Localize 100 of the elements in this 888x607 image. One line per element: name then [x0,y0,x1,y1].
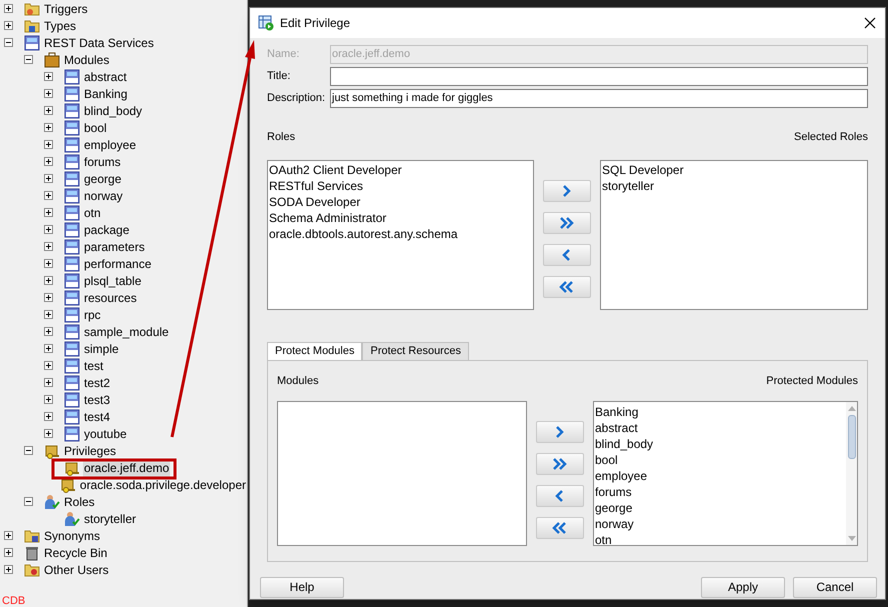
move-button[interactable] [543,212,591,234]
expand-toggle[interactable] [44,89,53,98]
tree-item[interactable]: Privileges [63,442,118,460]
expand-toggle[interactable] [44,327,53,336]
list-item[interactable]: employee [595,468,845,484]
tree-item[interactable]: resources [83,288,138,306]
tree-item[interactable]: rpc [83,306,102,324]
expand-toggle[interactable] [4,21,13,30]
tree-item[interactable]: Synonyms [43,526,102,544]
scrollbar[interactable] [846,402,857,544]
expand-toggle[interactable] [44,310,53,319]
list-item[interactable]: SQL Developer [602,162,866,178]
tree-item[interactable]: Triggers [43,0,89,18]
dialog-button[interactable]: Help [260,576,344,598]
move-button[interactable] [536,420,584,442]
expand-toggle[interactable] [44,106,53,115]
expand-toggle[interactable] [44,157,53,166]
collapse-toggle[interactable] [24,446,33,455]
move-button[interactable] [543,180,591,202]
expand-toggle[interactable] [4,4,13,13]
tree-item[interactable]: Other Users [43,560,110,578]
expand-toggle[interactable] [44,378,53,387]
list-item[interactable]: RESTful Services [269,178,532,194]
tree-item[interactable]: REST Data Services [43,34,155,52]
expand-toggle[interactable] [4,531,13,540]
collapse-toggle[interactable] [24,497,33,506]
tree-item[interactable]: simple [83,340,120,358]
collapse-toggle[interactable] [24,55,33,64]
collapse-toggle[interactable] [4,38,13,47]
tree-item[interactable]: employee [83,136,138,154]
dialog-button[interactable]: Cancel [793,576,877,598]
tree-item[interactable]: blind_body [83,102,144,120]
list-item[interactable]: abstract [595,420,845,436]
tree-item[interactable]: plsql_table [83,272,142,290]
expand-toggle[interactable] [44,259,53,268]
move-button[interactable] [536,452,584,474]
expand-toggle[interactable] [4,565,13,574]
list-item[interactable]: george [595,500,845,516]
tree-item[interactable]: george [83,170,122,188]
expand-toggle[interactable] [44,191,53,200]
expand-toggle[interactable] [44,429,53,438]
tree-item[interactable]: otn [83,204,102,222]
expand-toggle[interactable] [44,72,53,81]
tree-item[interactable]: test3 [83,390,112,408]
list-item[interactable]: Schema Administrator [269,210,532,226]
expand-toggle[interactable] [44,412,53,421]
move-button[interactable] [543,244,591,266]
move-button[interactable] [536,484,584,506]
expand-toggle[interactable] [44,225,53,234]
tree-item[interactable]: bool [83,118,108,136]
expand-toggle[interactable] [44,140,53,149]
tree-item[interactable]: test4 [83,408,112,426]
move-button[interactable] [536,516,584,538]
list-item[interactable]: bool [595,452,845,468]
tree-item[interactable]: storyteller [83,510,138,528]
list-item[interactable]: norway [595,516,845,532]
tree-item[interactable]: sample_module [83,322,170,340]
expand-toggle[interactable] [44,395,53,404]
list-item[interactable]: storyteller [602,178,866,194]
list-item[interactable]: OAuth2 Client Developer [269,162,532,178]
tree-item[interactable]: Recycle Bin [43,544,108,562]
input-field[interactable]: just something i made for giggles [330,88,868,108]
tree-item[interactable]: Types [43,16,78,34]
tree-item[interactable]: oracle.soda.privilege.developer [78,476,247,494]
tab[interactable]: Protect Modules [267,342,362,360]
expand-toggle[interactable] [44,344,53,353]
tree-item[interactable]: performance [83,254,152,272]
list-item[interactable]: forums [595,484,845,500]
expand-toggle[interactable] [44,123,53,132]
list-box[interactable]: Banking abstract blind_body bool employee forums george norway otn [593,400,858,546]
tree-item[interactable]: Roles [63,492,96,510]
expand-toggle[interactable] [44,276,53,285]
close-icon[interactable] [863,16,877,30]
tab[interactable]: Protect Resources [362,342,469,360]
expand-toggle[interactable] [44,242,53,251]
expand-toggle[interactable] [44,174,53,183]
tree-item[interactable]: Banking [83,84,128,102]
tree-item[interactable]: abstract [83,68,128,86]
tree-item[interactable]: package [83,220,130,238]
dialog-button[interactable]: Apply [701,576,785,598]
expand-toggle[interactable] [44,293,53,302]
tree-item[interactable]: test [83,356,104,374]
list-item[interactable]: oracle.dbtools.autorest.any.schema [269,226,532,242]
tree-item[interactable]: parameters [83,238,146,256]
tree-item[interactable]: forums [83,152,122,170]
list-item[interactable]: SODA Developer [269,194,532,210]
expand-toggle[interactable] [44,361,53,370]
input-field[interactable] [330,66,868,86]
move-button[interactable] [543,276,591,298]
list-box[interactable]: OAuth2 Client Developer RESTful Services SODA Developer Schema Administrator oracle.dbtools.autorest.any.schema [267,160,534,310]
tree-item[interactable]: norway [83,186,124,204]
list-item[interactable]: Banking [595,404,845,420]
expand-toggle[interactable] [44,208,53,217]
tree-item[interactable]: test2 [83,374,112,392]
expand-toggle[interactable] [4,548,13,557]
tree-item[interactable]: youtube [83,424,128,442]
list-box[interactable]: SQL Developer storyteller [600,160,868,310]
scroll-thumb[interactable] [848,414,856,458]
tree-item[interactable]: Modules [63,50,110,68]
list-item[interactable]: blind_body [595,436,845,452]
